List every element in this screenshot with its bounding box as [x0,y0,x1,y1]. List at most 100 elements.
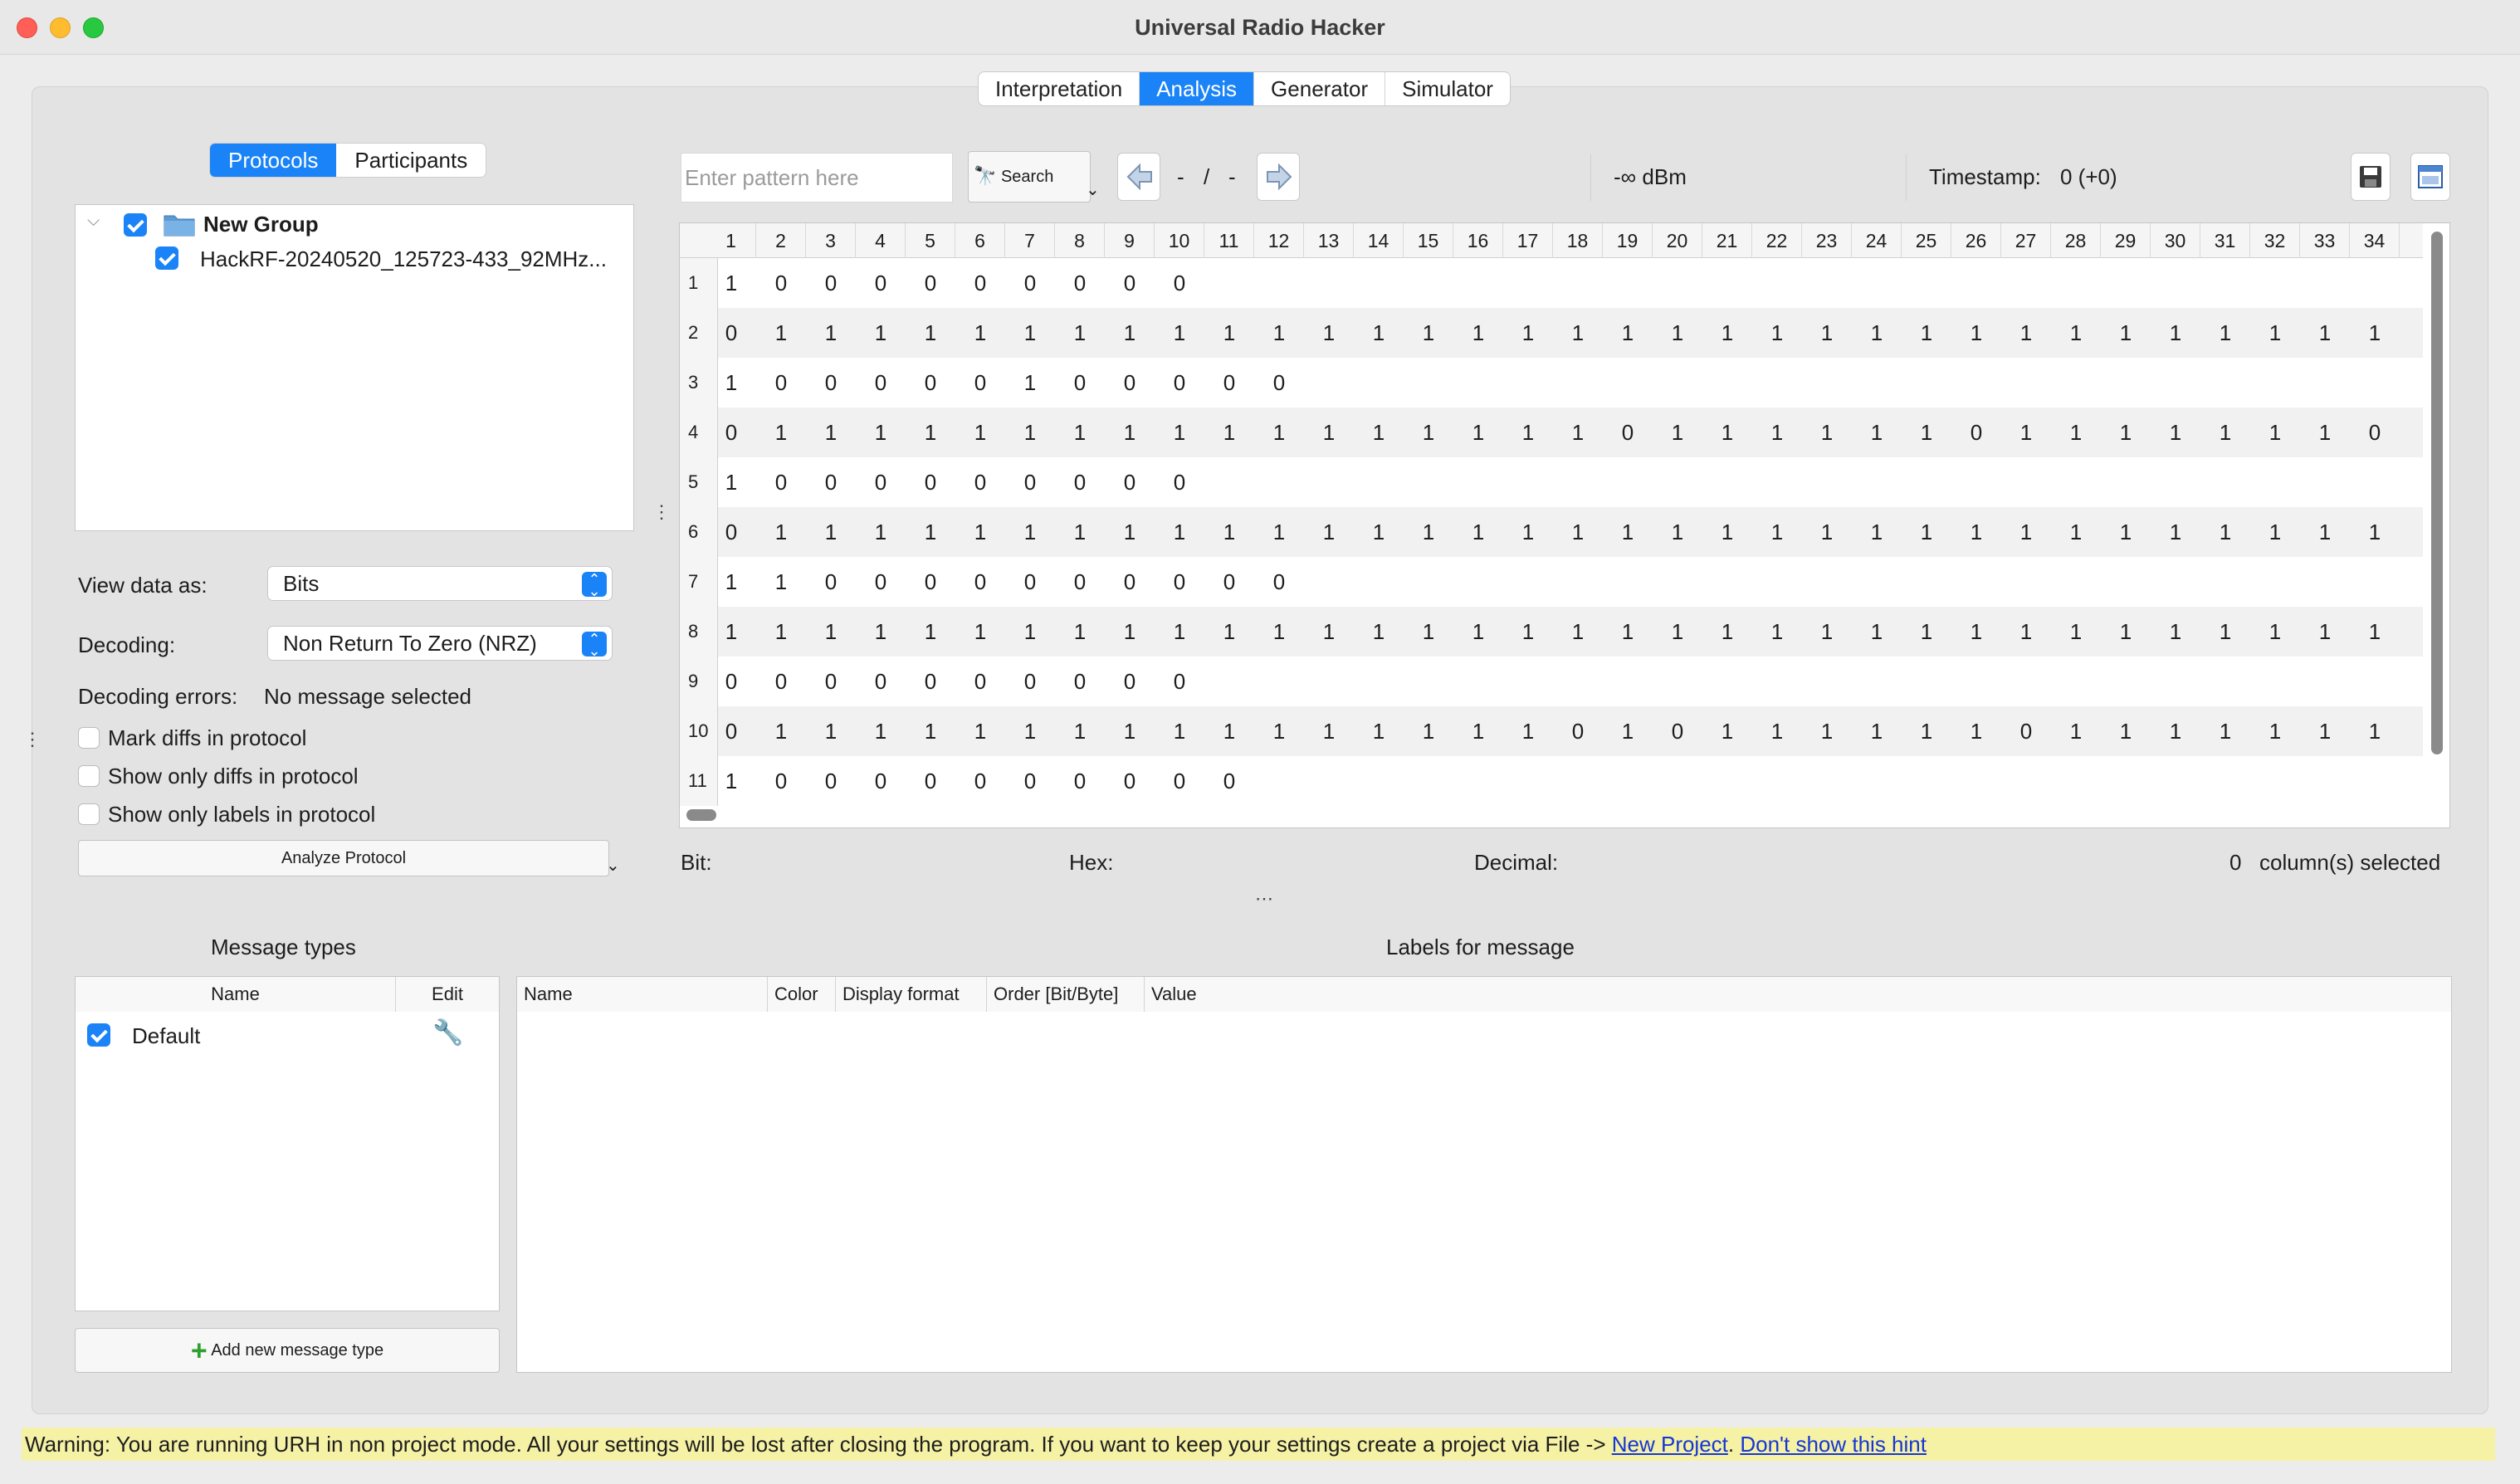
label-color-column[interactable]: Color [768,977,836,1012]
tab-analysis[interactable]: Analysis [1140,72,1255,105]
table-cell[interactable]: 1 [1902,607,1951,657]
table-cell[interactable]: 0 [1603,408,1653,457]
table-cell[interactable]: 0 [1155,756,1204,806]
table-cell[interactable]: 0 [1653,706,1702,756]
table-cell[interactable]: 1 [1603,706,1653,756]
only-labels-label[interactable]: Show only labels in protocol [108,802,375,827]
table-cell[interactable]: 0 [1155,557,1204,607]
table-cell[interactable]: 0 [1951,408,2001,457]
table-cell[interactable]: 1 [1802,408,1852,457]
splitter-handle[interactable]: ⋯ [1255,888,1273,910]
table-cell[interactable]: 0 [1553,706,1603,756]
default-type-checkbox[interactable] [87,1023,110,1047]
table-cell[interactable]: 1 [1902,308,1951,358]
table-cell[interactable]: 1 [1354,507,1404,557]
table-cell[interactable]: 1 [1553,408,1603,457]
table-cell[interactable]: 0 [1055,657,1105,706]
table-cell[interactable]: 1 [1105,408,1155,457]
table-cell[interactable]: 0 [856,756,906,806]
table-cell[interactable]: 1 [2051,507,2101,557]
label-value-column[interactable]: Value [1145,977,2451,1012]
vertical-scrollbar[interactable] [2431,232,2443,754]
table-column-header[interactable]: 5 [906,223,955,258]
table-cell[interactable]: 0 [706,308,756,358]
table-cell[interactable]: 1 [1852,308,1902,358]
table-cell[interactable]: 1 [1155,308,1204,358]
table-cell[interactable]: 1 [2200,507,2250,557]
table-cell[interactable]: 1 [955,706,1005,756]
table-column-header[interactable]: 31 [2200,223,2250,258]
table-cell[interactable]: 1 [2001,507,2051,557]
table-cell[interactable]: 1 [1005,507,1055,557]
table-cell[interactable]: 1 [2200,706,2250,756]
table-cell[interactable]: 1 [2001,308,2051,358]
table-cell[interactable]: 1 [1702,706,1752,756]
table-cell[interactable]: 1 [1155,507,1204,557]
table-cell[interactable]: 1 [706,457,756,507]
table-cell[interactable]: 1 [2250,607,2300,657]
table-cell[interactable]: 0 [1155,258,1204,308]
table-cell[interactable]: 1 [1852,607,1902,657]
table-column-header[interactable]: 27 [2001,223,2051,258]
table-cell[interactable]: 0 [906,258,955,308]
table-column-header[interactable]: 9 [1105,223,1155,258]
table-column-header[interactable]: 2 [756,223,806,258]
table-cell[interactable]: 0 [1254,557,1304,607]
table-cell[interactable]: 1 [1404,408,1453,457]
table-cell[interactable]: 1 [906,706,955,756]
table-cell[interactable]: 0 [906,756,955,806]
table-cell[interactable]: 1 [1254,706,1304,756]
mark-diffs-label[interactable]: Mark diffs in protocol [108,725,306,751]
label-display-format-column[interactable]: Display format [836,977,987,1012]
table-cell[interactable]: 1 [1802,308,1852,358]
wrench-icon[interactable]: 🔧 [432,1018,463,1047]
table-cell[interactable]: 0 [806,756,856,806]
table-cell[interactable]: 1 [1752,706,1802,756]
table-cell[interactable]: 1 [1105,507,1155,557]
table-cell[interactable]: 0 [806,657,856,706]
table-cell[interactable]: 1 [1204,308,1254,358]
table-column-header[interactable]: 24 [1852,223,1902,258]
table-column-header[interactable]: 23 [1802,223,1852,258]
table-cell[interactable]: 1 [1702,408,1752,457]
table-cell[interactable]: 1 [1055,408,1105,457]
table-cell[interactable]: 1 [2250,408,2300,457]
table-column-header[interactable]: 19 [1603,223,1653,258]
table-cell[interactable]: 0 [706,408,756,457]
table-cell[interactable]: 1 [1204,507,1254,557]
table-cell[interactable]: 1 [1055,507,1105,557]
table-cell[interactable]: 1 [1603,507,1653,557]
table-column-header[interactable]: 10 [1155,223,1204,258]
table-cell[interactable]: 1 [1852,706,1902,756]
table-cell[interactable]: 1 [1503,308,1553,358]
table-cell[interactable]: 1 [2101,308,2151,358]
table-cell[interactable]: 1 [1802,706,1852,756]
table-cell[interactable]: 1 [2300,408,2350,457]
table-cell[interactable]: 0 [856,557,906,607]
only-diffs-checkbox[interactable] [78,765,100,787]
table-cell[interactable]: 0 [1204,756,1254,806]
splitter-handle[interactable]: ⋮ [652,501,671,523]
table-cell[interactable]: 1 [1304,308,1354,358]
participants-segment[interactable]: Participants [336,144,486,177]
table-cell[interactable]: 1 [2300,607,2350,657]
table-cell[interactable]: 1 [1653,507,1702,557]
table-cell[interactable]: 1 [856,507,906,557]
table-cell[interactable]: 1 [2250,308,2300,358]
table-cell[interactable]: 0 [1105,457,1155,507]
table-cell[interactable]: 1 [1603,308,1653,358]
table-cell[interactable]: 1 [1005,358,1055,408]
table-cell[interactable]: 1 [906,507,955,557]
table-column-header[interactable]: 29 [2101,223,2151,258]
table-cell[interactable]: 1 [1503,507,1553,557]
search-button[interactable]: 🔭 Search [968,151,1091,203]
table-cell[interactable]: 1 [1005,408,1055,457]
table-column-header[interactable]: 22 [1752,223,1802,258]
table-cell[interactable]: 1 [1752,308,1802,358]
chevron-down-icon[interactable]: ⌄ [606,855,620,876]
table-cell[interactable]: 1 [1902,706,1951,756]
group-checkbox[interactable] [124,213,147,237]
table-cell[interactable]: 1 [706,756,756,806]
table-cell[interactable]: 1 [856,408,906,457]
table-cell[interactable]: 1 [955,408,1005,457]
